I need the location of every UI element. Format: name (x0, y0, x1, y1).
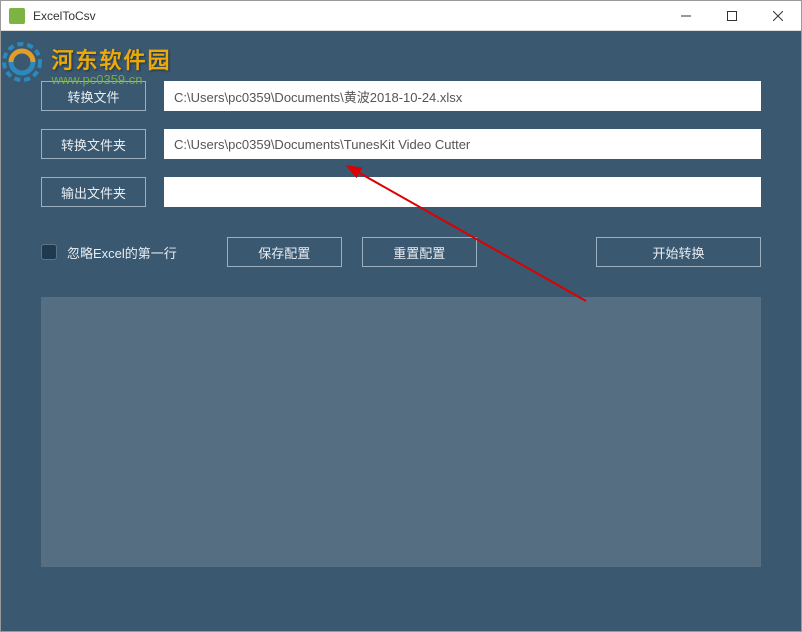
actions-row: 忽略Excel的第一行 保存配置 重置配置 开始转换 (41, 237, 761, 267)
output-folder-input[interactable] (164, 177, 761, 207)
reset-config-button[interactable]: 重置配置 (362, 237, 477, 267)
ignore-first-row-checkbox[interactable] (41, 244, 57, 260)
convert-folder-row: 转换文件夹 (41, 129, 761, 159)
titlebar: ExcelToCsv (1, 1, 801, 31)
save-config-button[interactable]: 保存配置 (227, 237, 342, 267)
app-body: 河东软件园 www.pc0359.cn 转换文件 转换文件夹 输出文件夹 忽略E… (1, 31, 801, 631)
window-controls (663, 1, 801, 30)
convert-file-row: 转换文件 (41, 81, 761, 111)
output-folder-row: 输出文件夹 (41, 177, 761, 207)
convert-file-button[interactable]: 转换文件 (41, 81, 146, 111)
window-title: ExcelToCsv (33, 9, 663, 23)
output-folder-button[interactable]: 输出文件夹 (41, 177, 146, 207)
convert-file-input[interactable] (164, 81, 761, 111)
watermark-text: 河东软件园 (51, 43, 171, 75)
start-convert-button[interactable]: 开始转换 (596, 237, 761, 267)
convert-folder-input[interactable] (164, 129, 761, 159)
ignore-first-row-option: 忽略Excel的第一行 (41, 243, 177, 262)
convert-folder-button[interactable]: 转换文件夹 (41, 129, 146, 159)
output-panel (41, 297, 761, 567)
app-icon (9, 8, 25, 24)
minimize-button[interactable] (663, 1, 709, 30)
watermark-logo-icon (1, 41, 43, 88)
ignore-first-row-label: 忽略Excel的第一行 (67, 243, 177, 262)
maximize-button[interactable] (709, 1, 755, 30)
close-button[interactable] (755, 1, 801, 30)
